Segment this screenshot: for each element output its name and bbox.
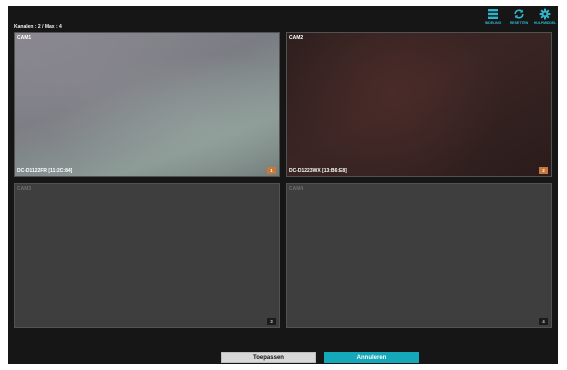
camera-model: DC-D1223WX [13:B6:E8] [289, 168, 347, 174]
cancel-button[interactable]: Annuleren [324, 352, 419, 363]
camera-label: CAM1 [17, 35, 32, 41]
layout-icon [488, 9, 498, 19]
tools-button[interactable]: HULPMIDDEL [534, 8, 556, 25]
camera-grid: CAM1 DC-D1122FR [11:2C:84] 1 CAM2 DC-D12… [14, 32, 554, 330]
apply-button[interactable]: Toepassen [221, 352, 316, 363]
channel-badge: 3 [267, 318, 276, 325]
camera-model: DC-D1122FR [11:2C:84] [17, 168, 73, 174]
refresh-icon [514, 9, 524, 19]
channel-count-label: Kanalen : 2 / Max : 4 [14, 24, 62, 30]
camera-cell-1[interactable]: CAM1 DC-D1122FR [11:2C:84] 1 [14, 32, 280, 177]
channel-badge: 1 [267, 167, 276, 174]
camera-cell-3[interactable]: CAM3 3 [14, 183, 280, 328]
layout-button[interactable]: INDELING [482, 8, 504, 25]
channel-badge: 4 [539, 318, 548, 325]
channel-badge: 2 [539, 167, 548, 174]
camera-cell-2[interactable]: CAM2 DC-D1223WX [13:B6:E8] 2 [286, 32, 552, 177]
gear-icon [539, 8, 551, 20]
tools-label: HULPMIDDEL [533, 21, 557, 25]
toolbar: INDELING RESETTEN HULPMIDDEL [482, 8, 556, 25]
layout-label: INDELING [484, 21, 502, 25]
camera-label: CAM4 [289, 186, 304, 192]
reset-button[interactable]: RESETTEN [508, 8, 530, 25]
camera-label: CAM3 [17, 186, 32, 192]
camera-label: CAM2 [289, 35, 304, 41]
reset-label: RESETTEN [509, 21, 529, 25]
camera-setup-window: Kanalen : 2 / Max : 4 INDELING RESETTEN [8, 6, 558, 364]
camera-cell-4[interactable]: CAM4 4 [286, 183, 552, 328]
